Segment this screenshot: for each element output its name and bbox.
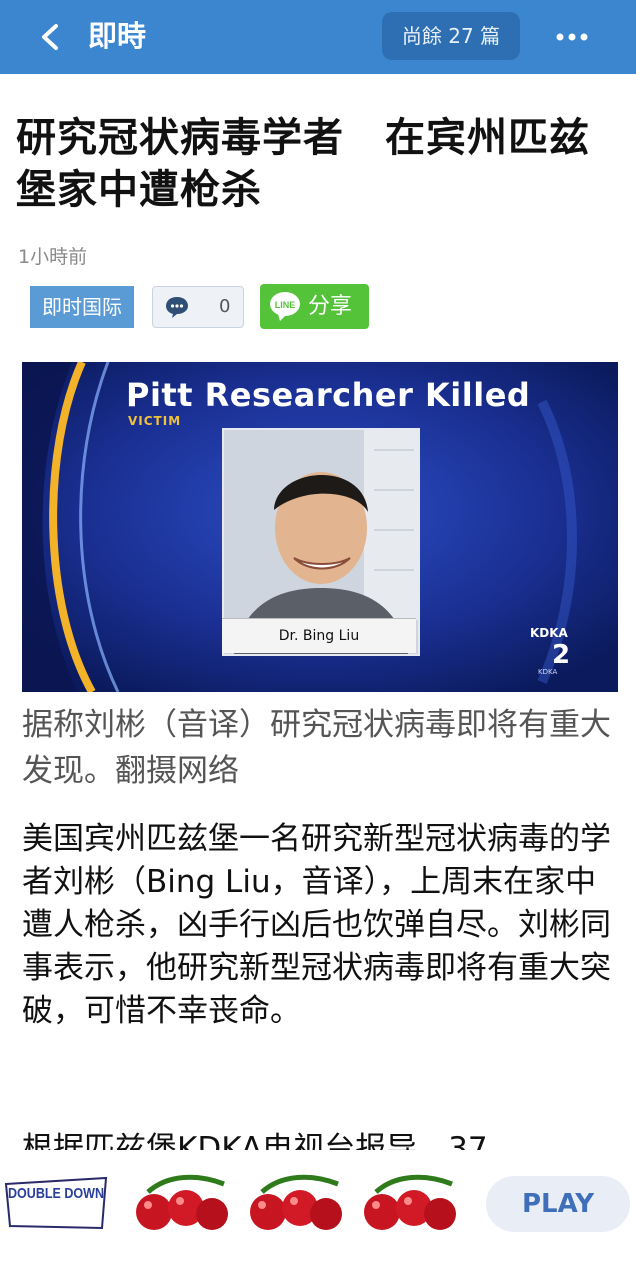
section-title: 即時	[88, 19, 147, 53]
top-app-bar: 即時 尚餘 27 篇	[0, 0, 636, 74]
image-headline: Pitt Researcher Killed	[126, 376, 531, 414]
cherry-icon	[128, 1172, 234, 1234]
play-button[interactable]: PLAY	[486, 1176, 630, 1232]
comment-count: 0	[219, 296, 231, 317]
article-timestamp: 1小時前	[18, 246, 88, 268]
news-photo[interactable]: Pitt Researcher Killed VICTIM Dr. Bing L…	[22, 362, 618, 692]
name-plate: Dr. Bing Liu	[222, 618, 416, 653]
category-tag[interactable]: 即时国际	[30, 286, 134, 328]
doubledown-logo: DOUBLE DOWN	[2, 1174, 110, 1232]
svg-text:DOUBLE DOWN: DOUBLE DOWN	[8, 1185, 104, 1202]
channel-number: 2	[552, 640, 571, 670]
more-horizontal-icon[interactable]	[548, 20, 596, 54]
remaining-articles-badge[interactable]: 尚餘 27 篇	[382, 12, 520, 60]
cherry-icon	[356, 1172, 462, 1234]
share-label: 分享	[308, 294, 353, 319]
comments-button[interactable]: 0	[152, 286, 244, 328]
article-body: 美国宾州匹兹堡一名研究新型冠状病毒的学者刘彬（Bing Liu，音译），上周末在…	[22, 821, 611, 1029]
svg-text:LINE: LINE	[275, 300, 296, 310]
image-subheadline: VICTIM	[128, 414, 182, 428]
chevron-left-icon[interactable]	[36, 20, 68, 54]
ad-banner[interactable]: DOUBLE DOWN PLAY	[0, 1150, 636, 1272]
image-caption: 据称刘彬（音译）研究冠状病毒即将有重大发现。翻摄网络	[22, 707, 611, 789]
line-logo-icon: LINE	[268, 290, 302, 322]
station-logo: KDKA	[530, 626, 568, 640]
share-line-button[interactable]: LINE 分享	[260, 284, 369, 329]
comment-bubble-icon	[164, 295, 190, 319]
article-title: 研究冠状病毒学者 在宾州匹兹堡家中遭枪杀	[16, 115, 590, 213]
station-logo-small: KDKA	[538, 668, 558, 676]
cherry-icon	[242, 1172, 348, 1234]
